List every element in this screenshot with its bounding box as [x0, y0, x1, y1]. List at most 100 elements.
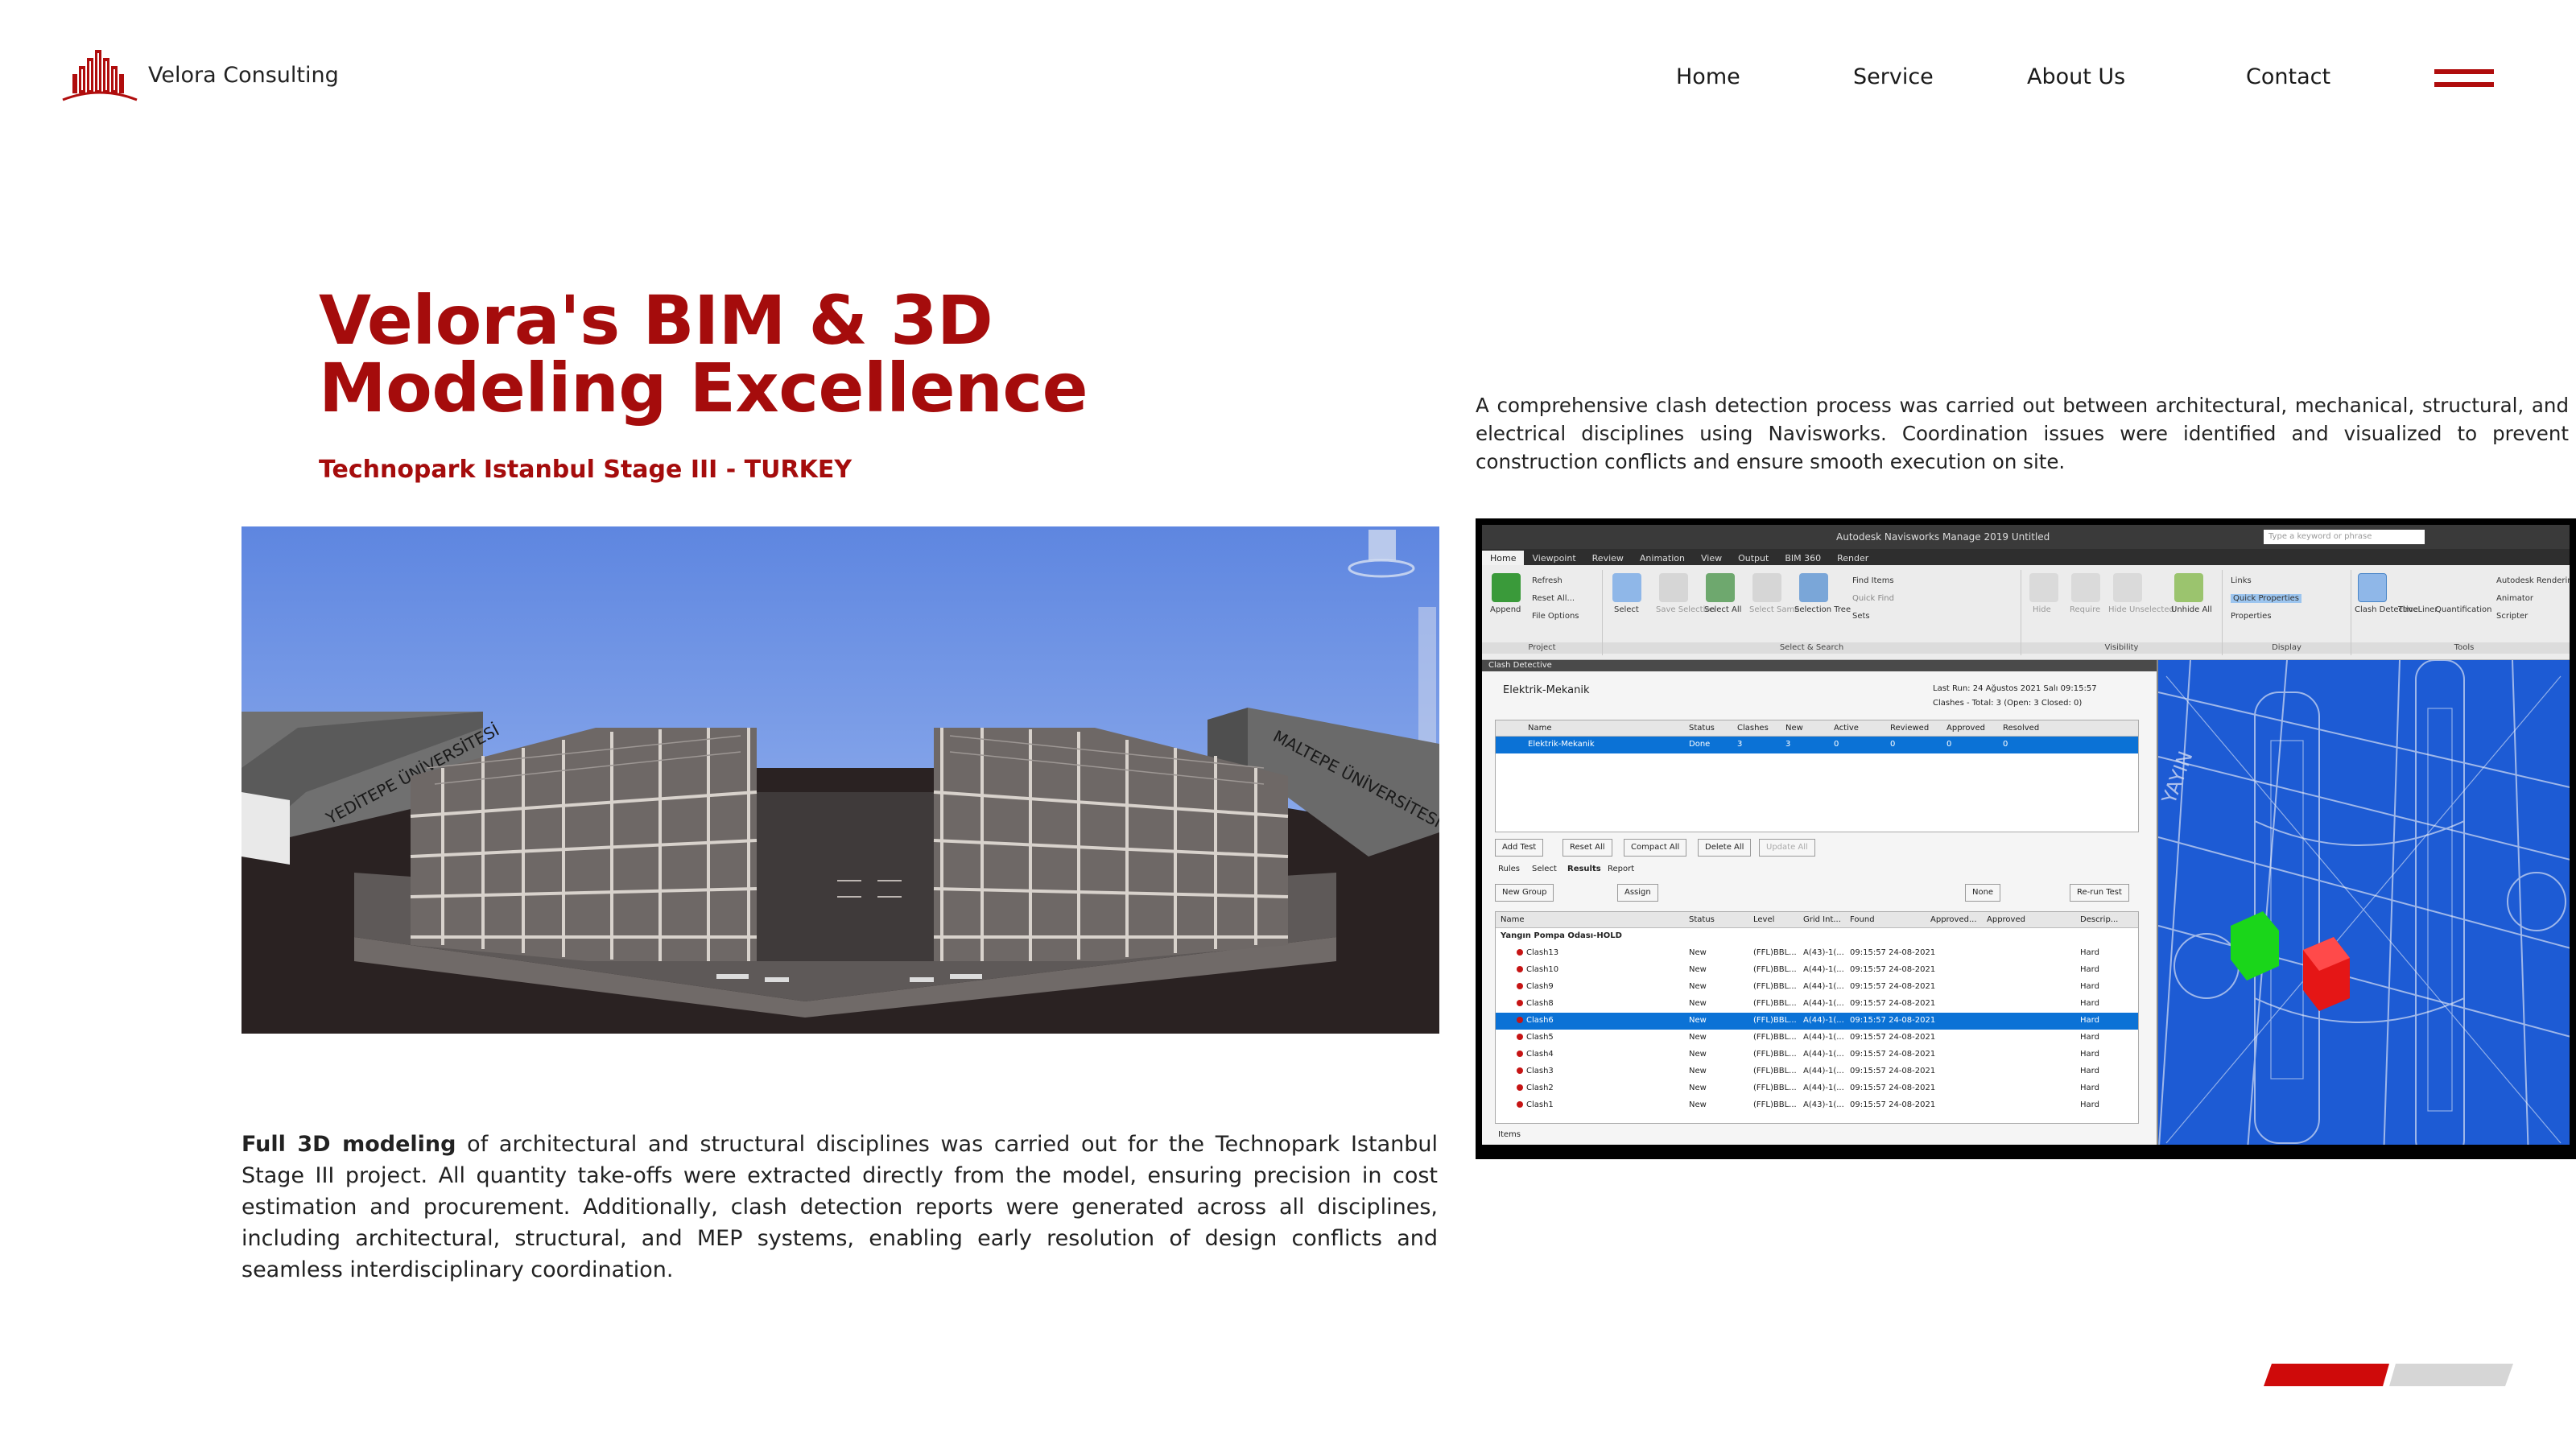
- nv-unhide-all-label: Unhide All: [2171, 605, 2212, 614]
- clash-name: Clash4: [1517, 1050, 1554, 1059]
- nv-hide-label: Hide: [2033, 605, 2051, 614]
- clash-last-run: Last Run: 24 Ağustos 2021 Salı 09:15:57: [1933, 684, 2097, 693]
- table-row[interactable]: Clash10 New (FFL)BBL... A(44)-1(... 09:15:57…: [1496, 962, 2138, 979]
- nv-hide-unselected-label: Hide Unselected: [2108, 605, 2174, 614]
- clash-cell: 09:15:57 24-08-2021: [1850, 1067, 1936, 1075]
- clash-cell: (FFL)BBL...: [1753, 982, 1797, 991]
- clash-cell: A(43)-1(...: [1803, 1100, 1844, 1109]
- table-row[interactable]: Clash5 New (FFL)BBL... A(44)-1(... 09:15:57 …: [1496, 1030, 2138, 1046]
- clash-cell: (FFL)BBL...: [1753, 965, 1797, 974]
- col-resolved: Resolved: [2003, 724, 2040, 733]
- nav-service[interactable]: Service: [1853, 64, 1934, 89]
- page-title: Velora's BIM & 3D Modeling Excellence: [319, 287, 1108, 422]
- nv-timeliner-label: TimeLiner: [2398, 605, 2438, 614]
- nv-links-label: Links: [2231, 576, 2252, 585]
- nv-group-visibility-caption: Visibility: [2021, 642, 2222, 654]
- items-label: Items: [1498, 1130, 1521, 1139]
- test-row-clashes: 3: [1737, 740, 1743, 749]
- nv-append-label: Append: [1490, 605, 1521, 614]
- clash-cell: 09:15:57 24-08-2021: [1850, 1033, 1936, 1042]
- res-col-approved: Approved: [1987, 915, 2025, 924]
- nv-select-label: Select: [1614, 605, 1639, 614]
- select-icon: [1612, 573, 1641, 602]
- table-row[interactable]: Clash8 New (FFL)BBL... A(44)-1(... 09:15:57 …: [1496, 996, 2138, 1013]
- update-all-button[interactable]: Update All: [1759, 839, 1815, 857]
- none-button[interactable]: None: [1965, 884, 2001, 902]
- clash-cell: New: [1689, 1033, 1707, 1042]
- subtab-results[interactable]: Results: [1567, 865, 1601, 873]
- page-title-line-2: Modeling Excellence: [319, 349, 1088, 427]
- nv-selection-tree-label: Selection Tree: [1794, 605, 1852, 614]
- test-row-approved: 0: [1946, 740, 1952, 749]
- clash-results-table: Name Status Level Grid Int... Found Appr…: [1495, 911, 2139, 1124]
- clash-test-name: Elektrik-Mekanik: [1503, 684, 1590, 696]
- table-row[interactable]: Clash13 New (FFL)BBL... A(43)-1(... 09:15:57…: [1496, 945, 2138, 962]
- clash-cell: (FFL)BBL...: [1753, 1100, 1797, 1109]
- clash-name: Clash2: [1517, 1084, 1554, 1092]
- clash-cell: Hard: [2080, 1033, 2099, 1042]
- nv-quantification-label: Quantification: [2435, 605, 2492, 614]
- clash-cell: Hard: [2080, 948, 2099, 957]
- subtab-report[interactable]: Report: [1608, 865, 1634, 873]
- subtab-rules[interactable]: Rules: [1498, 865, 1520, 873]
- reset-all-button[interactable]: Reset All: [1563, 839, 1612, 857]
- table-row[interactable]: Clash3 New (FFL)BBL... A(44)-1(... 09:15:57 …: [1496, 1063, 2138, 1080]
- clash-detective-icon: [2358, 573, 2387, 602]
- unhide-all-icon: [2174, 573, 2203, 602]
- select-all-icon: [1706, 573, 1735, 602]
- rerun-test-button[interactable]: Re-run Test: [2070, 884, 2129, 902]
- res-col-approved-by: Approved...: [1930, 915, 1977, 924]
- slide-dot-2[interactable]: [2389, 1364, 2513, 1386]
- clash-cell: 09:15:57 24-08-2021: [1850, 1100, 1936, 1109]
- hamburger-menu-icon[interactable]: [2434, 69, 2494, 90]
- clash-cell: New: [1689, 1100, 1707, 1109]
- clash-cell: 09:15:57 24-08-2021: [1850, 1084, 1936, 1092]
- table-row[interactable]: Clash4 New (FFL)BBL... A(44)-1(... 09:15:57 …: [1496, 1046, 2138, 1063]
- compact-all-button[interactable]: Compact All: [1624, 839, 1687, 857]
- subtab-select[interactable]: Select: [1532, 865, 1557, 873]
- clash-cell: A(43)-1(...: [1803, 948, 1844, 957]
- navisworks-3d-viewport[interactable]: YAYIN: [2158, 660, 2570, 1145]
- clash-cell: (FFL)BBL...: [1753, 1033, 1797, 1042]
- clash-test-row[interactable]: Elektrik-Mekanik Done 3 3 0 0 0 0: [1496, 737, 2138, 753]
- clash-cell: New: [1689, 982, 1707, 991]
- clash-tests-table: Name Status Clashes New Active Reviewed …: [1495, 720, 2139, 832]
- nav-about-us[interactable]: About Us: [2027, 64, 2125, 89]
- nav-contact[interactable]: Contact: [2246, 64, 2330, 89]
- nv-quick-find-label: Quick Find: [1852, 594, 1894, 603]
- delete-all-button[interactable]: Delete All: [1698, 839, 1752, 857]
- clash-cell: A(44)-1(...: [1803, 1050, 1844, 1059]
- clash-cell: Hard: [2080, 1100, 2099, 1109]
- clash-detective-panel: Clash Detective Elektrik-Mekanik Last Ru…: [1482, 660, 2158, 1145]
- clash-cell: A(44)-1(...: [1803, 965, 1844, 974]
- slide-dot-1[interactable]: [2264, 1364, 2389, 1386]
- table-row[interactable]: Clash6 New (FFL)BBL... A(44)-1(... 09:15:57 …: [1496, 1013, 2138, 1030]
- assign-button[interactable]: Assign: [1617, 884, 1658, 902]
- nv-group-project: Append Refresh Reset All... File Options…: [1482, 570, 1603, 655]
- nv-select-all-label: Select All: [1704, 605, 1742, 614]
- append-icon: [1492, 573, 1521, 602]
- navisworks-clash-screenshot: Autodesk Navisworks Manage 2019 Untitled…: [1476, 518, 2576, 1159]
- res-col-name: Name: [1501, 915, 1525, 924]
- table-row[interactable]: Clash2 New (FFL)BBL... A(44)-1(... 09:15:57 …: [1496, 1080, 2138, 1097]
- clash-name: Clash5: [1517, 1033, 1554, 1042]
- table-row[interactable]: Clash1 New (FFL)BBL... A(43)-1(... 09:15:57 …: [1496, 1097, 2138, 1114]
- brand-name: Velora Consulting: [148, 62, 339, 88]
- brand-logo[interactable]: Velora Consulting: [61, 47, 339, 103]
- nv-file-options-label: File Options: [1532, 612, 1579, 621]
- nv-tab-render: Render: [1837, 553, 1869, 564]
- nv-group-select-search: Select Save Selection Select All Select …: [1603, 570, 2021, 655]
- clash-cell: (FFL)BBL...: [1753, 1067, 1797, 1075]
- clash-name: Clash9: [1517, 982, 1554, 991]
- nav-home[interactable]: Home: [1676, 64, 1740, 89]
- clash-results-header: Name Status Level Grid Int... Found Appr…: [1496, 912, 2138, 928]
- nv-tab-bim360: BIM 360: [1785, 553, 1822, 564]
- clash-cell: 09:15:57 24-08-2021: [1850, 1050, 1936, 1059]
- clash-group-row[interactable]: Yangın Pompa Odası-HOLD: [1496, 928, 2138, 945]
- new-group-button[interactable]: New Group: [1495, 884, 1554, 902]
- modeling-description: Full 3D modeling of architectural and st…: [242, 1129, 1438, 1286]
- clash-cell: New: [1689, 1016, 1707, 1025]
- table-row[interactable]: Clash9 New (FFL)BBL... A(44)-1(... 09:15:57 …: [1496, 979, 2138, 996]
- clash-cell: A(44)-1(...: [1803, 982, 1844, 991]
- add-test-button[interactable]: Add Test: [1495, 839, 1544, 857]
